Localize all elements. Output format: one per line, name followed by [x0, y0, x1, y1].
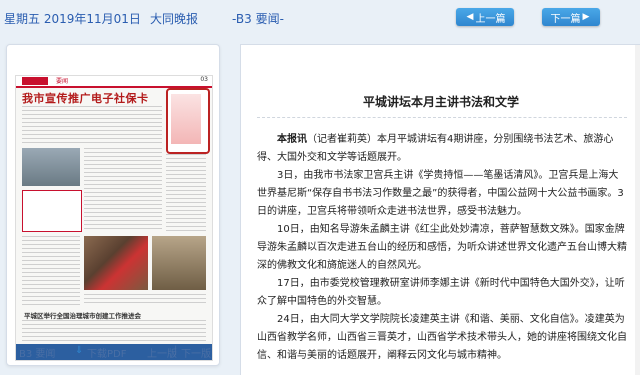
- text-block: [22, 106, 162, 144]
- chevron-right-icon: ▶: [582, 12, 590, 22]
- download-pdf-icon[interactable]: ⇓: [75, 345, 83, 356]
- section-label: -B3 要闻-: [232, 12, 284, 26]
- thumbnail-headline: 我市宣传推广电子社保卡: [22, 92, 149, 105]
- page-preview-panel: 要闻 03 我市宣传推广电子社保卡 平城区举行全国治理城市创建工作推进会 B3 …: [6, 44, 220, 366]
- paper-name: 大同晚报: [150, 12, 199, 26]
- article-body: 本报讯（记者崔莉英）本月平城讲坛有4期讲座，分别围绕书法艺术、旅游心得、大国外交…: [257, 131, 627, 365]
- article-paragraph: 17日，由市委党校管理教研室讲师李娜主讲《新时代中国特色大国外交》，让听众了解中…: [257, 278, 625, 307]
- thumbnail-page-number: 03: [200, 76, 208, 83]
- prev-article-button[interactable]: ◀ 上一篇: [456, 8, 514, 26]
- article-panel: 平城讲坛本月主讲书法和文学 本报讯（记者崔莉英）本月平城讲坛有4期讲座，分别围绕…: [240, 44, 640, 375]
- text-block: [166, 154, 206, 232]
- page-label-link[interactable]: B3 要闻: [19, 345, 55, 360]
- download-pdf-link[interactable]: 下载PDF: [87, 345, 126, 360]
- thumbnail-photo: [152, 236, 206, 290]
- newspaper-page-thumbnail[interactable]: 要闻 03 我市宣传推广电子社保卡 平城区举行全国治理城市创建工作推进会: [15, 75, 213, 361]
- top-bar: 星期五 2019年11月01日 大同晚报 -B3 要闻- ◀ 上一篇 下一篇 ▶: [0, 0, 640, 36]
- article-scrollbar[interactable]: [635, 45, 640, 375]
- text-block: [84, 294, 206, 306]
- article-paragraph: 本报讯（记者崔莉英）本月平城讲坛有4期讲座，分别围绕书法艺术、旅游心得、大国外交…: [257, 134, 614, 163]
- title-divider: [257, 117, 627, 118]
- next-article-label: 下一篇: [550, 13, 581, 25]
- phone-image: [166, 88, 210, 154]
- page-footer: B3 要闻 ⇓ 下载PDF 上一版 | 下一版: [7, 345, 219, 361]
- thumbnail-boxed-article: [22, 190, 82, 232]
- thumbnail-subheadline: 平城区举行全国治理城市创建工作推进会: [24, 312, 141, 320]
- footer-separator: |: [174, 345, 178, 356]
- text-block: [84, 148, 162, 232]
- text-block: [22, 236, 80, 306]
- prev-article-label: 上一篇: [475, 13, 506, 25]
- next-page-link[interactable]: 下一版: [181, 345, 211, 360]
- issue-date: 星期五 2019年11月01日: [4, 12, 141, 26]
- chevron-left-icon: ◀: [466, 12, 474, 22]
- article-paragraph: 24日，由大同大学文学院院长凌建英主讲《和谐、美丽、文化自信》。凌建英为山西省教…: [257, 314, 627, 361]
- article-paragraph: 10日，由知名导游朱孟麟主讲《红尘此处妙清凉，菩萨智慧数文殊》。国家金牌导游朱孟…: [257, 224, 627, 271]
- thumbnail-photo: [22, 148, 80, 186]
- thumbnail-section-tag: 要闻: [56, 78, 69, 85]
- thumbnail-photo: [84, 236, 148, 290]
- next-article-button[interactable]: 下一篇 ▶: [542, 8, 600, 26]
- article-paragraph: 3日，由我市书法家卫宫兵主讲《学贵持恒——笔墨话清风》。卫宫兵是上海大世界基尼斯…: [257, 170, 624, 217]
- newspaper-logo: [22, 77, 48, 85]
- article-title: 平城讲坛本月主讲书法和文学: [362, 95, 519, 109]
- thumbnail-masthead: 要闻 03: [16, 76, 212, 88]
- lead-label: 本报讯: [277, 134, 307, 145]
- prev-page-link[interactable]: 上一版: [147, 345, 177, 360]
- text-block: [22, 320, 206, 342]
